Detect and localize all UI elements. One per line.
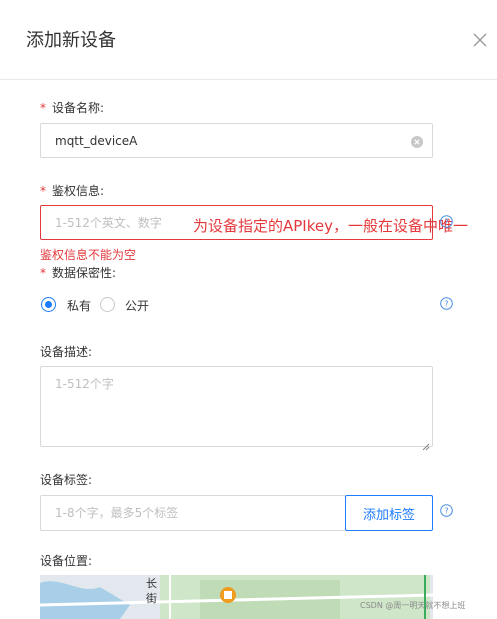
privacy-public-radio[interactable] (100, 297, 115, 312)
auth-info-label: * 鉴权信息: (40, 184, 105, 198)
map-street-label: 长 (146, 577, 157, 590)
resize-grip-icon[interactable] (422, 436, 430, 451)
tags-input[interactable] (41, 496, 345, 530)
add-tag-button[interactable]: 添加标签 (345, 495, 433, 531)
svg-text:?: ? (444, 299, 448, 308)
device-name-label: * 设备名称: (40, 101, 105, 115)
privacy-private-label[interactable]: 私有 (67, 297, 91, 314)
privacy-public-label[interactable]: 公开 (125, 297, 149, 314)
description-field[interactable] (40, 366, 433, 451)
svg-text:?: ? (444, 217, 448, 226)
device-name-field[interactable] (40, 123, 433, 158)
description-label: 设备描述: (40, 345, 93, 359)
privacy-label: * 数据保密性: (40, 266, 117, 280)
svg-text:?: ? (444, 506, 448, 515)
dialog-title: 添加新设备 (26, 30, 116, 51)
required-mark: * (40, 101, 46, 115)
help-icon[interactable]: ? (440, 213, 453, 228)
auth-info-error: 鉴权信息不能为空 (40, 248, 137, 262)
map-street-label: 街 (146, 591, 157, 605)
help-icon[interactable]: ? (440, 295, 453, 310)
tags-label: 设备标签: (40, 473, 93, 487)
device-name-input[interactable] (41, 124, 432, 157)
location-label: 设备位置: (40, 554, 93, 568)
auth-info-annotation: 为设备指定的APIkey，一般在设备中唯一 (193, 217, 468, 235)
required-mark: * (40, 184, 46, 198)
tags-field[interactable] (40, 495, 346, 531)
help-icon[interactable]: ? (440, 502, 453, 517)
location-map[interactable]: 长 街 (40, 575, 433, 619)
close-icon[interactable] (470, 30, 490, 50)
watermark: CSDN @周一明天就不想上班 (360, 601, 466, 610)
required-mark: * (40, 266, 46, 280)
dialog-header: 添加新设备 (0, 0, 497, 80)
clear-icon[interactable] (410, 134, 424, 148)
privacy-private-radio[interactable] (41, 297, 56, 312)
description-textarea[interactable] (41, 367, 432, 446)
